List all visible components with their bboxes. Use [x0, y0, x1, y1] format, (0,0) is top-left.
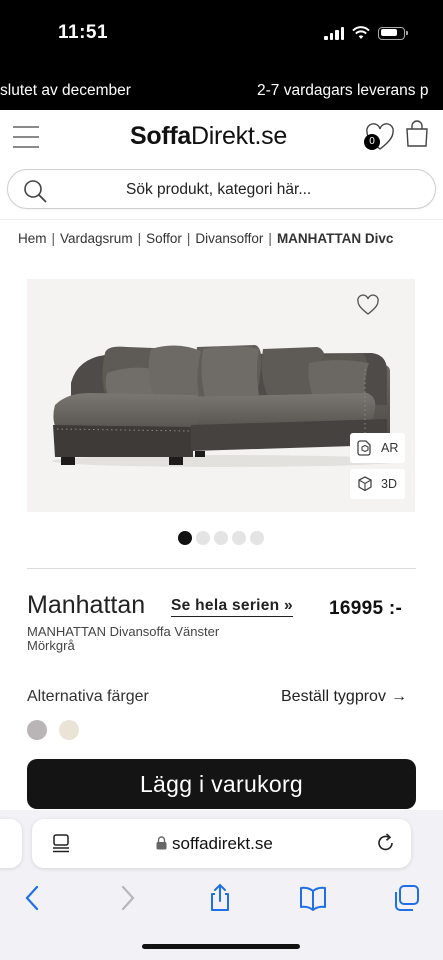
color-swatch[interactable] — [59, 720, 79, 740]
carousel-dot[interactable] — [196, 531, 210, 545]
share-icon[interactable] — [205, 883, 235, 913]
header-divider — [0, 219, 443, 220]
product-title: Manhattan — [27, 591, 146, 619]
cube-icon — [358, 476, 372, 492]
ar-icon — [357, 440, 371, 456]
status-time: 11:51 — [58, 22, 109, 43]
lock-icon — [156, 836, 167, 850]
order-fabric-sample-link[interactable]: Beställ tygprov → — [281, 688, 407, 706]
wishlist-count-badge: 0 — [364, 134, 380, 150]
logo-bold-text: Soffa — [130, 122, 192, 150]
carousel-dot[interactable] — [214, 531, 228, 545]
promo-text-right: 2-7 vardagars leverans p — [257, 82, 429, 99]
address-bar[interactable]: soffadirekt.se — [32, 819, 411, 868]
alternative-colors-label: Alternativa färger — [27, 688, 149, 705]
logo-light-text: Direkt.se — [191, 122, 287, 150]
previous-tab-preview[interactable] — [0, 819, 22, 868]
see-series-link[interactable]: Se hela serien » — [171, 597, 293, 617]
search-placeholder: Sök produkt, kategori här... — [126, 181, 312, 198]
page: { "status_bar": { "time": "11:51" }, "pr… — [0, 0, 443, 960]
tabs-icon[interactable] — [392, 883, 422, 913]
carousel-dot[interactable] — [250, 531, 264, 545]
favorite-heart-icon[interactable] — [356, 294, 380, 316]
book-icon[interactable] — [298, 883, 328, 913]
breadcrumb-item-soffor[interactable]: Soffor — [146, 231, 182, 246]
chevron-right-icon[interactable] — [112, 883, 142, 913]
breadcrumb: Hem | Vardagsrum | Soffor | Divansoffor | MANHAT… — [18, 231, 394, 246]
carousel-dot[interactable] — [178, 531, 192, 545]
bag-icon[interactable] — [404, 120, 430, 148]
wifi-icon — [352, 26, 370, 39]
image-carousel-dots — [178, 531, 264, 545]
arrow-right-icon: → — [390, 688, 407, 705]
site-logo[interactable]: SoffaDirekt.se — [130, 122, 287, 151]
3d-view-button[interactable]: 3D — [350, 469, 405, 499]
order-fabric-sample-label: Beställ tygprov — [281, 688, 386, 705]
chevron-left-icon[interactable] — [18, 883, 48, 913]
carousel-dot[interactable] — [232, 531, 246, 545]
add-to-cart-button[interactable]: Lägg i varukorg — [27, 759, 416, 809]
ar-label: AR — [381, 441, 399, 455]
breadcrumb-item-divansoffor[interactable]: Divansoffor — [195, 231, 263, 246]
promo-banner: slutet av december 2-7 vardagars leveran… — [0, 70, 443, 110]
search-input[interactable]: Sök produkt, kategori här... — [7, 169, 436, 209]
breadcrumb-item-hem[interactable]: Hem — [18, 231, 47, 246]
search-icon — [24, 180, 47, 203]
breadcrumb-current: MANHATTAN Divc — [276, 231, 394, 246]
signal-icon — [324, 26, 344, 40]
page-menu-icon[interactable] — [50, 832, 72, 854]
product-price: 16995 :- — [329, 598, 403, 619]
breadcrumb-item-vardagsrum[interactable]: Vardagsrum — [60, 231, 133, 246]
3d-label: 3D — [381, 477, 397, 491]
status-icons — [324, 24, 408, 42]
product-subtitle: MANHATTAN Divansoffa Vänster Mörkgrå — [27, 624, 220, 653]
color-swatch[interactable] — [27, 720, 47, 740]
battery-icon — [378, 26, 408, 40]
section-divider — [27, 568, 416, 569]
home-indicator — [142, 944, 300, 949]
reload-icon[interactable] — [375, 832, 397, 854]
browser-toolbar: soffadirekt.se — [0, 810, 443, 960]
url-text: soffadirekt.se — [172, 834, 273, 853]
ar-view-button[interactable]: AR — [350, 433, 405, 463]
hamburger-icon[interactable] — [13, 126, 39, 148]
promo-text-left: slutet av december — [0, 82, 131, 99]
status-bar: 11:51 — [0, 0, 443, 70]
